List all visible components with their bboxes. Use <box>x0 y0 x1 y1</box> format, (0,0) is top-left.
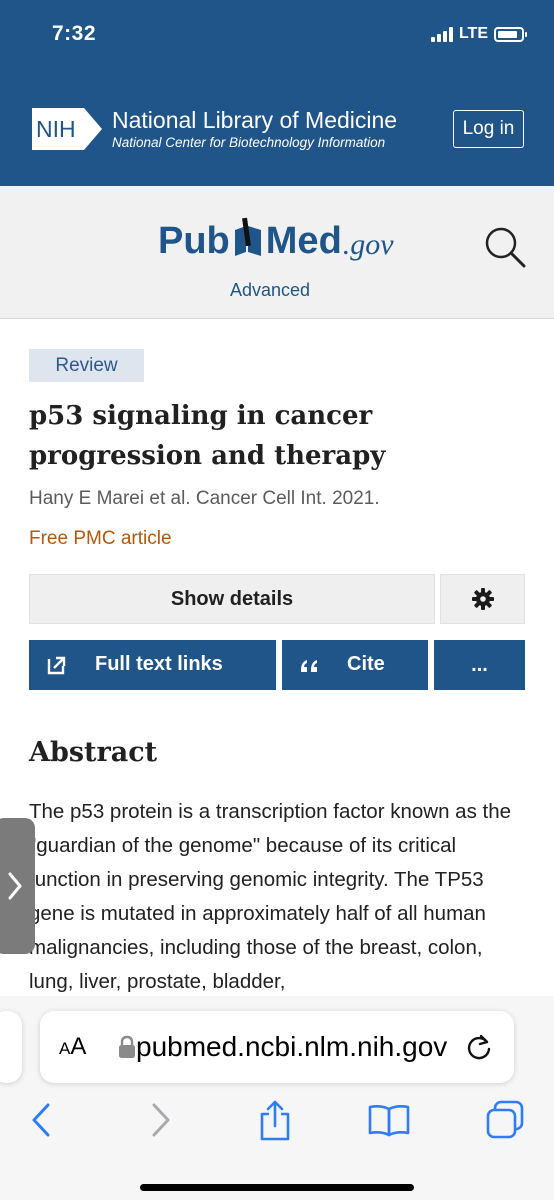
side-panel-toggle[interactable] <box>0 818 35 954</box>
chevron-right-icon <box>8 872 21 900</box>
abstract-heading: Abstract <box>29 737 158 768</box>
back-icon <box>32 1103 50 1137</box>
url-text[interactable]: pubmed.ncbi.nlm.nih.gov <box>136 1031 452 1063</box>
battery-icon <box>494 26 527 42</box>
article-title: p53 signaling in cancer progression and … <box>29 401 386 471</box>
address-bar[interactable]: AA pubmed.ncbi.nlm.nih.gov <box>40 1011 514 1083</box>
cite-button[interactable]: Cite <box>282 640 428 690</box>
pubmed-logo-gov: .gov <box>342 228 394 261</box>
login-button[interactable]: Log in <box>453 110 524 148</box>
article-citation[interactable]: Hany E Marei et al. Cancer Cell Int. 202… <box>29 488 380 510</box>
previous-tab-peek[interactable] <box>0 1011 22 1083</box>
back-button[interactable] <box>18 1098 64 1142</box>
display-options-button[interactable] <box>440 574 525 624</box>
status-indicators: LTE <box>430 25 527 43</box>
external-link-icon <box>47 655 67 675</box>
status-time: 7:32 <box>52 22 97 45</box>
pubmed-search-bar: Pub Med .gov Advanced <box>0 186 554 319</box>
share-icon <box>260 1100 290 1141</box>
quote-icon <box>299 654 321 676</box>
tabs-button[interactable] <box>482 1098 528 1142</box>
share-button[interactable] <box>252 1098 298 1142</box>
publication-type-badge: Review <box>29 349 144 382</box>
nih-subtitle: National Center for Biotechnology Inform… <box>112 135 386 150</box>
pubmed-logo-pub: Pub <box>158 220 230 262</box>
lock-icon <box>119 1035 135 1058</box>
abstract-text: The p53 protein is a transcription facto… <box>29 800 512 993</box>
pubmed-logo-med: Med <box>265 220 342 262</box>
more-actions-label: ... <box>471 653 488 676</box>
more-actions-button[interactable]: ... <box>434 640 525 690</box>
nih-logo[interactable]: NIH <box>30 106 104 152</box>
svg-text:NIH: NIH <box>36 116 76 142</box>
search-icon[interactable] <box>482 224 528 270</box>
gear-icon <box>471 588 494 610</box>
home-indicator <box>140 1184 414 1191</box>
reader-options-button[interactable]: AA <box>59 1033 86 1061</box>
nih-title[interactable]: National Library of Medicine <box>112 107 397 134</box>
nih-header: 7:32 LTE NIH National Library of Medicin… <box>0 0 554 186</box>
full-text-links-button[interactable]: Full text links <box>29 640 276 690</box>
advanced-search-link[interactable]: Advanced <box>0 280 540 301</box>
free-pmc-badge: Free PMC article <box>29 528 172 549</box>
signal-icon <box>430 26 453 42</box>
forward-icon <box>152 1103 170 1137</box>
full-text-links-label: Full text links <box>95 653 223 675</box>
show-details-button[interactable]: Show details <box>29 574 435 624</box>
network-label: LTE <box>458 25 488 42</box>
pubmed-book-icon <box>231 216 265 260</box>
pubmed-logo[interactable]: Pub Med .gov <box>158 216 394 260</box>
reload-icon[interactable] <box>465 1033 493 1061</box>
tabs-icon <box>486 1100 524 1139</box>
cite-label: Cite <box>347 653 385 675</box>
bookmarks-icon <box>368 1105 410 1137</box>
forward-button[interactable] <box>138 1098 184 1142</box>
bookmarks-button[interactable] <box>366 1098 412 1142</box>
